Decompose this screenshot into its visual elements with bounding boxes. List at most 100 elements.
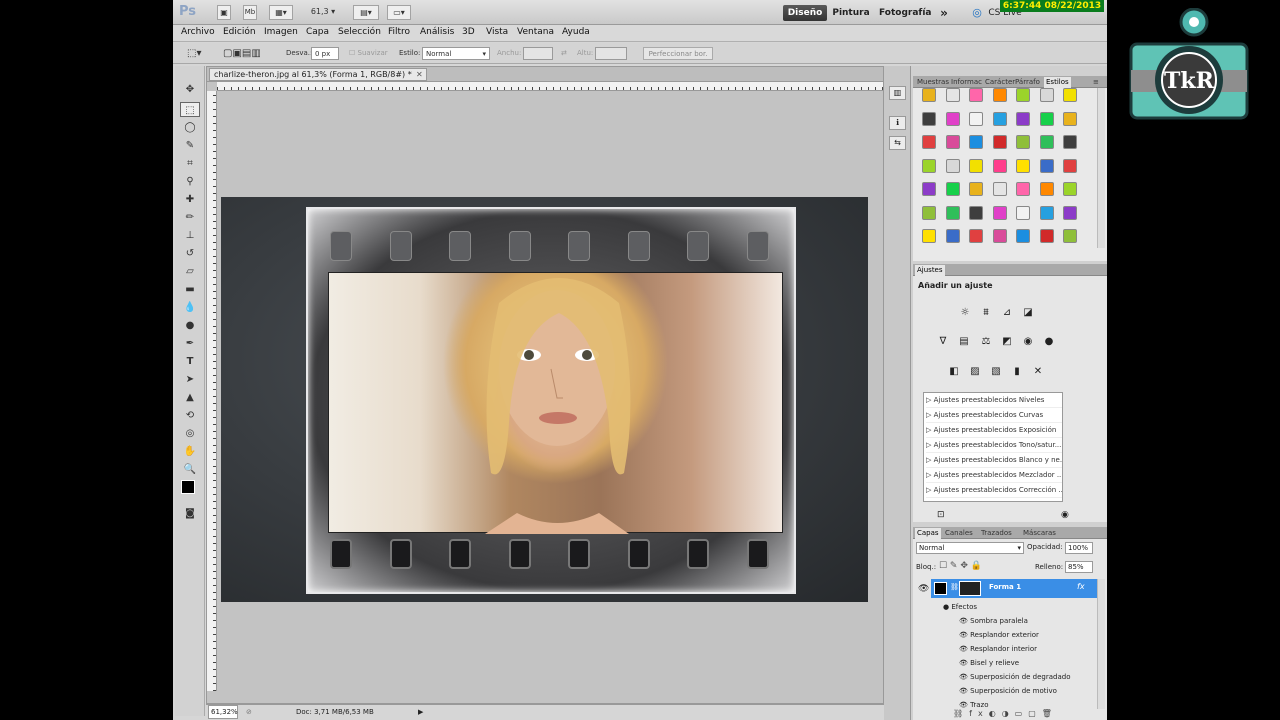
tab-ajustes[interactable]: Ajustes <box>915 265 945 276</box>
style-swatch[interactable] <box>922 88 936 102</box>
selective-color-icon[interactable]: ✕ <box>1030 365 1046 379</box>
invert-icon[interactable]: ◧ <box>946 365 962 379</box>
layer-name[interactable]: Forma 1 <box>989 583 1021 591</box>
effect-row[interactable]: 👁 Superposición de degradado <box>959 670 1107 684</box>
smooth-checkbox[interactable]: ☐ Suavizar <box>349 47 388 60</box>
style-swatch[interactable] <box>1063 229 1077 243</box>
style-select[interactable]: Normal ▾ <box>422 47 490 60</box>
tab-capas[interactable]: Capas <box>915 528 941 539</box>
style-swatch[interactable] <box>1063 205 1077 220</box>
close-tab-icon[interactable]: ✕ <box>416 69 423 81</box>
fx-icon[interactable]: fx <box>1077 582 1085 591</box>
curves-icon[interactable]: ⊿ <box>999 306 1015 320</box>
extras-dropdown-icon[interactable]: ▦▾ <box>269 5 293 20</box>
screen-mode-icon[interactable]: ▭▾ <box>387 5 411 20</box>
preset-exposure[interactable]: ▷ Ajustes preestablecidos Exposición <box>926 423 1062 438</box>
style-swatch[interactable] <box>1016 135 1030 149</box>
style-swatch[interactable] <box>1039 229 1054 243</box>
healing-brush-icon[interactable]: ✚ <box>180 192 200 207</box>
style-swatch[interactable] <box>969 111 983 126</box>
preset-levels[interactable]: ▷ Ajustes preestablecidos Niveles <box>926 393 1062 408</box>
quick-mask-icon[interactable]: ◙ <box>180 506 200 521</box>
levels-icon[interactable]: ⩩ <box>978 306 994 320</box>
effect-visibility-eye-icon[interactable]: 👁 <box>959 645 970 653</box>
zoom-level-dropdown[interactable]: 61,3 ▾ <box>305 5 341 20</box>
style-swatch[interactable] <box>922 158 936 173</box>
style-swatch[interactable] <box>969 182 983 196</box>
quick-select-tool-icon[interactable]: ✎ <box>180 138 200 153</box>
workspace-design[interactable]: Diseño <box>783 5 827 21</box>
style-swatch[interactable] <box>922 182 936 196</box>
fill-input[interactable]: 85% <box>1065 561 1093 573</box>
effect-visibility-eye-icon[interactable]: 👁 <box>959 659 970 667</box>
threshold-icon[interactable]: ▧ <box>988 365 1004 379</box>
refine-edge-button[interactable]: Perfeccionar bor. <box>643 47 713 60</box>
mini-bridge-icon[interactable]: Mb <box>243 5 257 20</box>
tab-muestras[interactable]: Muestras <box>915 77 951 88</box>
black-white-icon[interactable]: ◩ <box>999 335 1015 349</box>
channel-mixer-icon[interactable]: ● <box>1041 335 1057 349</box>
menu-imagen[interactable]: Imagen <box>264 27 298 37</box>
style-swatch[interactable] <box>945 158 960 173</box>
menu-ventana[interactable]: Ventana <box>517 27 554 37</box>
style-swatch[interactable] <box>945 135 960 149</box>
more-workspaces-button[interactable]: » <box>935 5 953 21</box>
foreground-color-swatch[interactable] <box>181 480 195 494</box>
menu-edicion[interactable]: Edición <box>223 27 256 37</box>
style-swatch[interactable] <box>1039 158 1054 173</box>
preset-hue-sat[interactable]: ▷ Ajustes preestablecidos Tono/satur... <box>926 438 1062 453</box>
eyedropper-tool-icon[interactable]: ⚲ <box>180 174 200 189</box>
swap-icon[interactable]: ⇄ <box>561 47 567 60</box>
menu-archivo[interactable]: Archivo <box>181 27 215 37</box>
preset-mixer[interactable]: ▷ Ajustes preestablecidos Mezclador ... <box>926 468 1062 483</box>
marquee-preset-icon[interactable]: ⬚▾ <box>187 47 211 60</box>
style-swatch[interactable] <box>969 135 983 149</box>
style-swatch[interactable] <box>922 135 936 149</box>
effect-visibility-eye-icon[interactable]: 👁 <box>959 631 970 639</box>
exposure-icon[interactable]: ◪ <box>1020 306 1036 320</box>
style-swatch[interactable] <box>1039 88 1054 102</box>
info-panel-icon[interactable]: ℹ <box>889 116 906 130</box>
style-swatch[interactable] <box>1039 205 1054 220</box>
style-swatch[interactable] <box>945 88 960 102</box>
style-swatch[interactable] <box>945 111 960 126</box>
menu-filtro[interactable]: Filtro <box>388 27 410 37</box>
3d-rotate-icon[interactable]: ⟲ <box>180 408 200 423</box>
workspace-photo[interactable]: Fotografía <box>879 5 931 21</box>
selection-mode-icons[interactable]: ▢▣▤▥ <box>223 47 271 60</box>
zoom-tool-icon[interactable]: 🔍 <box>180 462 200 477</box>
style-swatch[interactable] <box>1016 111 1030 126</box>
effect-row[interactable]: 👁 Superposición de motivo <box>959 684 1107 698</box>
lock-icons[interactable]: ☐ ✎ ✥ 🔒 <box>939 561 982 571</box>
path-select-icon[interactable]: ➤ <box>180 372 200 387</box>
type-tool-icon[interactable]: T <box>180 354 200 369</box>
preset-curves[interactable]: ▷ Ajustes preestablecidos Curvas <box>926 408 1062 423</box>
tab-informacion[interactable]: Informac <box>949 77 984 88</box>
panel-menu-icon[interactable]: ≡ <box>1091 77 1101 88</box>
style-swatch[interactable] <box>1016 205 1030 220</box>
menu-seleccion[interactable]: Selección <box>338 27 381 37</box>
dodge-tool-icon[interactable]: ● <box>180 318 200 333</box>
preset-black-white[interactable]: ▷ Ajustes preestablecidos Blanco y ne... <box>926 453 1062 468</box>
height-input[interactable] <box>595 47 627 60</box>
style-swatch[interactable] <box>1039 111 1054 126</box>
brightness-icon[interactable]: ☼ <box>957 306 973 320</box>
width-input[interactable] <box>523 47 553 60</box>
shape-tool-icon[interactable]: ▲ <box>180 390 200 405</box>
color-balance-icon[interactable]: ⚖ <box>978 335 994 349</box>
pen-tool-icon[interactable]: ✒ <box>180 336 200 351</box>
effect-row[interactable]: 👁 Trazo <box>959 698 1107 712</box>
style-swatch[interactable] <box>945 182 960 196</box>
tab-estilos[interactable]: Estilos <box>1044 77 1071 88</box>
opacity-input[interactable]: 100% <box>1065 542 1093 554</box>
style-swatch[interactable] <box>1063 111 1077 126</box>
effect-row[interactable]: 👁 Sombra paralela <box>959 614 1107 628</box>
adjust-footer-icon[interactable]: ◉ <box>1061 510 1069 520</box>
style-swatch[interactable] <box>1063 158 1077 173</box>
clip-layer-icon[interactable]: ⊡ <box>937 510 945 520</box>
style-swatch[interactable] <box>992 158 1007 173</box>
posterize-icon[interactable]: ▨ <box>967 365 983 379</box>
vibrance-icon[interactable]: ∇ <box>935 335 951 349</box>
photo-filter-icon[interactable]: ◉ <box>1020 335 1036 349</box>
eraser-tool-icon[interactable]: ▱ <box>180 264 200 279</box>
